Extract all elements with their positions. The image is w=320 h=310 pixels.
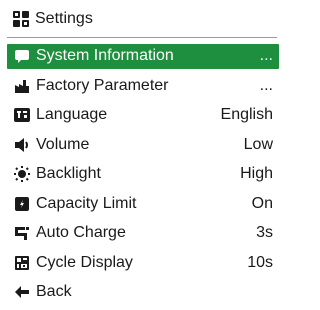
header-divider xyxy=(7,37,277,38)
menu-item-factory-parameter[interactable]: Factory Parameter ... xyxy=(7,74,279,99)
menu-item-auto-charge[interactable]: Auto Charge 3s xyxy=(7,221,279,246)
back-arrow-icon xyxy=(14,284,30,300)
menu-item-label: Cycle Display xyxy=(36,253,133,271)
menu-item-backlight[interactable]: Backlight High xyxy=(7,162,279,187)
factory-icon xyxy=(14,78,30,94)
menu-item-label: Volume xyxy=(36,135,90,153)
menu-item-volume[interactable]: Volume Low xyxy=(7,133,279,158)
menu-item-value: High xyxy=(240,165,273,182)
menu-item-value: ... xyxy=(259,47,273,64)
menu-item-cycle-display[interactable]: Cycle Display 10s xyxy=(7,251,279,276)
menu-item-language[interactable]: Language English xyxy=(7,103,279,128)
settings-screen: Settings System Information ... Factory … xyxy=(0,0,284,307)
menu-item-label: Auto Charge xyxy=(36,224,126,241)
speaker-icon xyxy=(14,137,30,153)
system-info-icon xyxy=(14,48,30,64)
menu-item-label: Backlight xyxy=(36,165,101,182)
menu-item-value: ... xyxy=(259,76,273,94)
cycle-display-icon xyxy=(14,255,30,271)
menu-item-label: Language xyxy=(36,106,108,123)
menu-item-back[interactable]: Back xyxy=(7,280,279,305)
menu-item-label: Capacity Limit xyxy=(36,194,137,212)
capacity-icon xyxy=(14,196,30,212)
menu-item-value: English xyxy=(220,106,273,123)
menu-item-label: Factory Parameter xyxy=(36,76,169,94)
settings-grid-icon xyxy=(13,11,29,27)
language-icon xyxy=(14,107,30,123)
page-title: Settings xyxy=(35,10,93,27)
settings-header: Settings xyxy=(0,0,284,37)
settings-menu: System Information ... Factory Parameter… xyxy=(7,44,279,310)
charge-icon xyxy=(14,225,30,241)
menu-item-system-information[interactable]: System Information ... xyxy=(7,44,279,69)
menu-item-label: System Information xyxy=(36,47,174,64)
menu-item-value: Low xyxy=(243,135,273,153)
menu-item-capacity-limit[interactable]: Capacity Limit On xyxy=(7,192,279,217)
menu-item-label: Back xyxy=(36,283,72,300)
menu-item-value: On xyxy=(251,194,273,212)
sun-icon xyxy=(14,166,30,182)
menu-item-value: 3s xyxy=(256,224,273,241)
menu-item-value: 10s xyxy=(247,253,273,271)
